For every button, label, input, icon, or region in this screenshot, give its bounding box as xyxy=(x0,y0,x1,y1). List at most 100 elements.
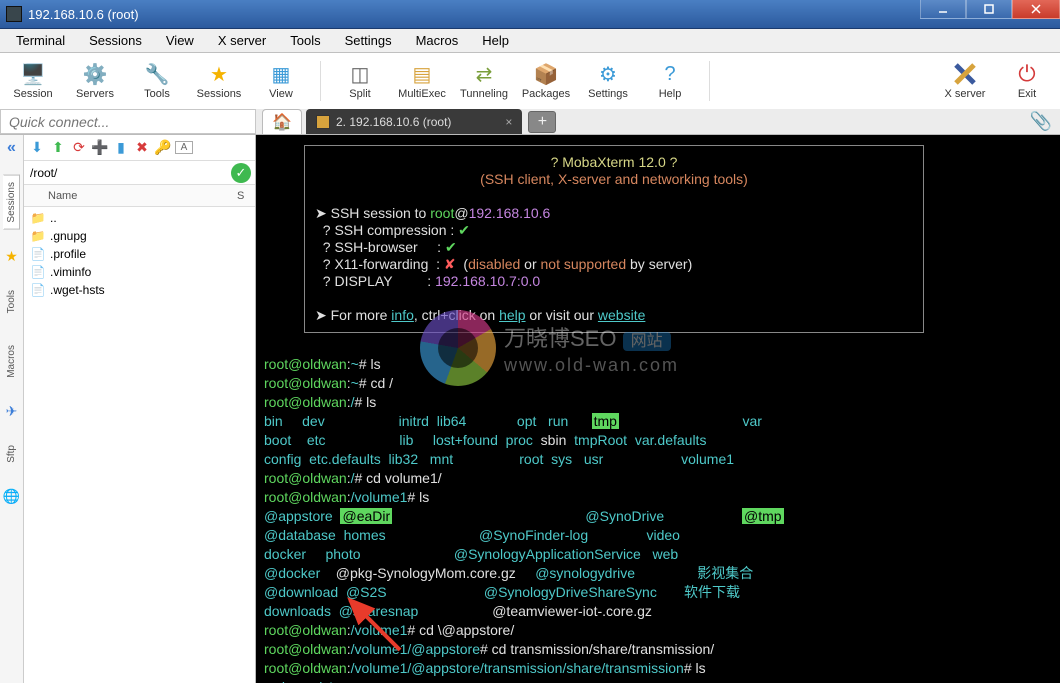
view-icon: ▦ xyxy=(269,62,293,86)
app-icon xyxy=(6,6,22,22)
session-icon: 🖥️ xyxy=(21,62,45,86)
paperclip-icon[interactable]: 📎 xyxy=(1030,111,1052,132)
sidetab-sessions[interactable]: Sessions xyxy=(3,175,20,230)
sftp-refresh-icon[interactable]: ⟳ xyxy=(70,139,88,156)
menu-view[interactable]: View xyxy=(154,31,206,50)
tool-tools[interactable]: 🔧 Tools xyxy=(130,62,184,100)
sftp-item[interactable]: 📁.gnupg xyxy=(24,227,255,245)
tool-x-server[interactable]: X server xyxy=(938,62,992,100)
tool-label: Session xyxy=(13,88,52,100)
tool-settings[interactable]: ⚙ Settings xyxy=(581,62,635,100)
globe-icon: 🌐 xyxy=(3,488,20,505)
sftp-column-header: Name S xyxy=(24,185,255,207)
sftp-item-name: .. xyxy=(50,211,57,225)
tunneling-icon: ⇄ xyxy=(472,62,496,86)
tab-close-button[interactable]: × xyxy=(505,115,512,129)
split-icon: ◫ xyxy=(348,62,372,86)
menu-tools[interactable]: Tools xyxy=(278,31,332,50)
tool-session[interactable]: 🖥️ Session xyxy=(6,62,60,100)
menubar: Terminal Sessions View X server Tools Se… xyxy=(0,29,1060,53)
sftp-item-name: .gnupg xyxy=(50,229,87,243)
maximize-button[interactable] xyxy=(966,0,1012,19)
sftp-toolbar: ⬇ ⬆ ⟳ ➕ ▮ ✖ 🔑 A xyxy=(24,135,255,161)
sftp-letter-icon[interactable]: A xyxy=(175,141,193,154)
tool-label: Split xyxy=(349,88,370,100)
tab-bar: 🏠 2. 192.168.10.6 (root) × + 📎 xyxy=(0,109,1060,135)
sftp-upload-icon[interactable]: ⬆ xyxy=(49,139,67,156)
sftp-path-input[interactable] xyxy=(24,166,231,180)
tool-multiexec[interactable]: ▤ MultiExec xyxy=(395,62,449,100)
tool-label: Sessions xyxy=(197,88,242,100)
tool-label: Tools xyxy=(144,88,170,100)
tool-label: View xyxy=(269,88,293,100)
tool-help[interactable]: ?Help xyxy=(643,62,697,100)
menu-settings[interactable]: Settings xyxy=(333,31,404,50)
tool-split[interactable]: ◫ Split xyxy=(333,62,387,100)
menu-macros[interactable]: Macros xyxy=(404,31,471,50)
tab-label: 2. 192.168.10.6 (root) xyxy=(336,115,451,129)
close-button[interactable] xyxy=(1012,0,1060,19)
tool-label: Help xyxy=(659,88,682,100)
menu-xserver[interactable]: X server xyxy=(206,31,278,50)
sftp-item[interactable]: 📁.. xyxy=(24,209,255,227)
quick-connect-input[interactable] xyxy=(0,109,256,134)
session-tab[interactable]: 2. 192.168.10.6 (root) × xyxy=(306,109,522,134)
packages-icon: 📦 xyxy=(534,62,558,86)
window-controls xyxy=(920,0,1060,28)
tool-label: X server xyxy=(945,88,986,100)
window-titlebar: 192.168.10.6 (root) xyxy=(0,0,1060,29)
main-toolbar: 🖥️ Session ⚙️ Servers 🔧 Tools ★ Sessions ▦ View ◫ S… xyxy=(0,53,1060,109)
col-s[interactable]: S xyxy=(237,190,255,202)
col-name[interactable]: Name xyxy=(48,190,237,202)
sftp-item-name: .viminfo xyxy=(50,265,91,279)
window-title: 192.168.10.6 (root) xyxy=(28,7,920,22)
tools-icon: 🔧 xyxy=(145,62,169,86)
sidetab-sftp[interactable]: Sftp xyxy=(3,438,20,470)
x-server-icon xyxy=(953,62,977,86)
sidetab-macros[interactable]: Macros xyxy=(3,338,20,385)
sftp-item-name: .profile xyxy=(50,247,86,261)
exit-icon: ⏻ xyxy=(1015,62,1039,86)
collapse-sidebar-button[interactable]: « xyxy=(7,139,16,157)
tool-sessions[interactable]: ★ Sessions xyxy=(192,62,246,100)
servers-icon: ⚙️ xyxy=(83,62,107,86)
sftp-panel: ⬇ ⬆ ⟳ ➕ ▮ ✖ 🔑 A ✓ Name S 📁..📁.gnupg📄.pro… xyxy=(24,135,256,683)
multiexec-icon: ▤ xyxy=(410,62,434,86)
menu-sessions[interactable]: Sessions xyxy=(77,31,154,50)
sftp-file-list: 📁..📁.gnupg📄.profile📄.viminfo📄.wget-hsts xyxy=(24,207,255,301)
menu-help[interactable]: Help xyxy=(470,31,521,50)
terminal-icon xyxy=(316,115,330,129)
minimize-button[interactable] xyxy=(920,0,966,19)
tool-exit[interactable]: ⏻Exit xyxy=(1000,62,1054,100)
home-tab[interactable]: 🏠 xyxy=(262,109,302,134)
work-area: « Sessions ★ Tools Macros ✈ Sftp 🌐 ⬇ ⬆ ⟳… xyxy=(0,135,1060,683)
tool-view[interactable]: ▦ View xyxy=(254,62,308,100)
sftp-ok-icon: ✓ xyxy=(231,163,251,183)
sftp-item[interactable]: 📄.wget-hsts xyxy=(24,281,255,299)
tool-label: Settings xyxy=(588,88,628,100)
tool-servers[interactable]: ⚙️ Servers xyxy=(68,62,122,100)
tool-label: Packages xyxy=(522,88,570,100)
send-icon: ✈ xyxy=(6,403,18,420)
side-tab-strip: « Sessions ★ Tools Macros ✈ Sftp 🌐 xyxy=(0,135,24,683)
sftp-item[interactable]: 📄.profile xyxy=(24,245,255,263)
menu-terminal[interactable]: Terminal xyxy=(4,31,77,50)
terminal[interactable]: ? MobaXterm 12.0 ?(SSH client, X-server … xyxy=(256,135,1060,683)
tool-packages[interactable]: 📦 Packages xyxy=(519,62,573,100)
sftp-item[interactable]: 📄.viminfo xyxy=(24,263,255,281)
sessions-icon: ★ xyxy=(207,62,231,86)
sftp-delete-icon[interactable]: ✖ xyxy=(133,139,151,156)
tool-label: Servers xyxy=(76,88,114,100)
sidetab-tools[interactable]: Tools xyxy=(3,283,20,320)
star-icon: ★ xyxy=(5,248,18,265)
new-tab-button[interactable]: + xyxy=(528,111,556,133)
sftp-download-icon[interactable]: ⬇ xyxy=(28,139,46,156)
sftp-newfolder-icon[interactable]: ➕ xyxy=(91,139,109,156)
sftp-path-bar: ✓ xyxy=(24,161,255,185)
settings-icon: ⚙ xyxy=(596,62,620,86)
sftp-newfile-icon[interactable]: ▮ xyxy=(112,139,130,156)
sftp-item-name: .wget-hsts xyxy=(50,283,105,297)
sftp-key-icon[interactable]: 🔑 xyxy=(154,139,172,156)
tool-tunneling[interactable]: ⇄Tunneling xyxy=(457,62,511,100)
tool-label: MultiExec xyxy=(398,88,446,100)
